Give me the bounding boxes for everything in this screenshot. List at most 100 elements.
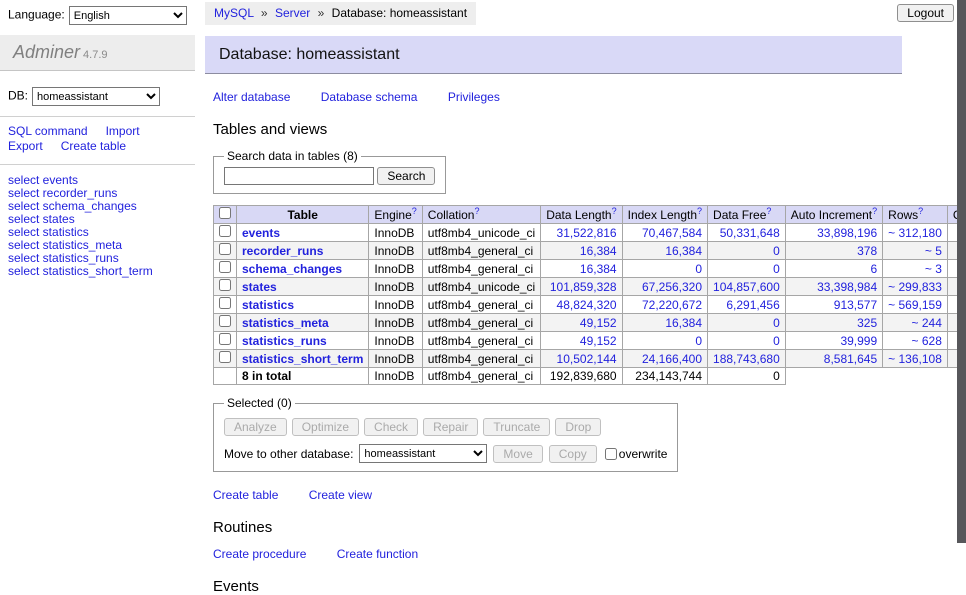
auto-increment-link[interactable]: 913,577: [791, 298, 877, 312]
search-button[interactable]: Search: [377, 167, 435, 185]
table-name-link[interactable]: statistics: [242, 298, 294, 312]
language-select[interactable]: English: [69, 6, 187, 25]
index-length-link[interactable]: 16,384: [628, 244, 702, 258]
truncate-button[interactable]: Truncate: [483, 418, 550, 436]
sidebar-select-link[interactable]: select statistics_short_term: [8, 265, 195, 278]
rows-link[interactable]: ~ 136,108: [888, 352, 942, 366]
optimize-button[interactable]: Optimize: [292, 418, 359, 436]
row-checkbox[interactable]: [219, 225, 231, 237]
repair-button[interactable]: Repair: [423, 418, 478, 436]
privileges-link[interactable]: Privileges: [448, 90, 500, 104]
data-length-link[interactable]: 49,152: [546, 316, 616, 330]
db-select[interactable]: homeassistant: [32, 87, 160, 106]
vertical-scrollbar[interactable]: [957, 0, 966, 543]
create-table-link[interactable]: Create table: [213, 488, 278, 502]
data-length-link[interactable]: 31,522,816: [546, 226, 616, 240]
move-database-select[interactable]: homeassistant: [359, 444, 487, 463]
data-length-link[interactable]: 49,152: [546, 334, 616, 348]
table-name-link[interactable]: events: [242, 226, 280, 240]
index-length-link[interactable]: 72,220,672: [628, 298, 702, 312]
data-free-link[interactable]: 50,331,648: [713, 226, 780, 240]
row-checkbox[interactable]: [219, 315, 231, 327]
help-icon[interactable]: ?: [412, 206, 417, 216]
data-free-cell: 188,743,680: [708, 350, 786, 368]
breadcrumb-link-mysql[interactable]: MySQL: [214, 6, 254, 20]
create-procedure-link[interactable]: Create procedure: [213, 547, 306, 561]
breadcrumb-link-server[interactable]: Server: [275, 6, 310, 20]
select-all-checkbox[interactable]: [219, 207, 231, 219]
row-checkbox[interactable]: [219, 333, 231, 345]
data-free-link[interactable]: 0: [713, 316, 780, 330]
sidebar-link-create-table[interactable]: Create table: [61, 139, 126, 153]
sidebar-link-sql-command[interactable]: SQL command: [8, 124, 88, 138]
help-icon[interactable]: ?: [474, 206, 479, 216]
main-content: MySQL » Server » Database: homeassistant…: [205, 0, 905, 595]
data-free-link[interactable]: 0: [713, 262, 780, 276]
help-icon[interactable]: ?: [872, 206, 877, 216]
auto-increment-link[interactable]: 6: [791, 262, 877, 276]
data-free-link[interactable]: 104,857,600: [713, 280, 780, 294]
rows-link[interactable]: ~ 628: [888, 334, 942, 348]
table-name-link[interactable]: statistics_meta: [242, 316, 329, 330]
index-length-link[interactable]: 67,256,320: [628, 280, 702, 294]
row-checkbox[interactable]: [219, 279, 231, 291]
rows-cell: ~ 5: [883, 242, 948, 260]
row-checkbox[interactable]: [219, 243, 231, 255]
data-free-link[interactable]: 188,743,680: [713, 352, 780, 366]
help-icon[interactable]: ?: [612, 206, 617, 216]
index-length-link[interactable]: 16,384: [628, 316, 702, 330]
table-name-link[interactable]: statistics_runs: [242, 334, 327, 348]
move-button[interactable]: Move: [493, 445, 542, 463]
help-icon[interactable]: ?: [697, 206, 702, 216]
logout-button[interactable]: Logout: [897, 4, 954, 22]
check-button[interactable]: Check: [364, 418, 418, 436]
index-length-link[interactable]: 0: [628, 262, 702, 276]
data-length-link[interactable]: 48,824,320: [546, 298, 616, 312]
rows-link[interactable]: ~ 299,833: [888, 280, 942, 294]
table-name-link[interactable]: statistics_short_term: [242, 352, 363, 366]
create-view-link[interactable]: Create view: [309, 488, 372, 502]
overwrite-checkbox[interactable]: [605, 448, 617, 460]
data-length-link[interactable]: 16,384: [546, 244, 616, 258]
data-length-link[interactable]: 10,502,144: [546, 352, 616, 366]
data-length-link[interactable]: 101,859,328: [546, 280, 616, 294]
adminer-logo-text[interactable]: Adminer: [13, 42, 80, 62]
index-length-cell: 70,467,584: [622, 224, 707, 242]
row-checkbox[interactable]: [219, 297, 231, 309]
rows-link[interactable]: ~ 5: [888, 244, 942, 258]
rows-link[interactable]: ~ 312,180: [888, 226, 942, 240]
database-schema-link[interactable]: Database schema: [321, 90, 418, 104]
table-name-link[interactable]: states: [242, 280, 277, 294]
data-free-link[interactable]: 0: [713, 244, 780, 258]
table-name-link[interactable]: schema_changes: [242, 262, 342, 276]
auto-increment-link[interactable]: 325: [791, 316, 877, 330]
index-length-link[interactable]: 0: [628, 334, 702, 348]
table-name-link[interactable]: recorder_runs: [242, 244, 323, 258]
auto-increment-link[interactable]: 33,398,984: [791, 280, 877, 294]
rows-link[interactable]: ~ 3: [888, 262, 942, 276]
data-free-link[interactable]: 0: [713, 334, 780, 348]
data-length-link[interactable]: 16,384: [546, 262, 616, 276]
index-length-link[interactable]: 70,467,584: [628, 226, 702, 240]
row-checkbox[interactable]: [219, 261, 231, 273]
alter-database-link[interactable]: Alter database: [213, 90, 290, 104]
table-name-cell: events: [237, 224, 369, 242]
auto-increment-link[interactable]: 8,581,645: [791, 352, 877, 366]
row-checkbox[interactable]: [219, 351, 231, 363]
help-icon[interactable]: ?: [918, 206, 923, 216]
sidebar-link-import[interactable]: Import: [106, 124, 140, 138]
auto-increment-link[interactable]: 39,999: [791, 334, 877, 348]
copy-button[interactable]: Copy: [549, 445, 597, 463]
auto-increment-link[interactable]: 33,898,196: [791, 226, 877, 240]
create-function-link[interactable]: Create function: [337, 547, 418, 561]
auto-increment-link[interactable]: 378: [791, 244, 877, 258]
rows-link[interactable]: ~ 244: [888, 316, 942, 330]
drop-button[interactable]: Drop: [555, 418, 601, 436]
rows-link[interactable]: ~ 569,159: [888, 298, 942, 312]
help-icon[interactable]: ?: [766, 206, 771, 216]
data-free-link[interactable]: 6,291,456: [713, 298, 780, 312]
index-length-link[interactable]: 24,166,400: [628, 352, 702, 366]
sidebar-link-export[interactable]: Export: [8, 139, 43, 153]
analyze-button[interactable]: Analyze: [224, 418, 287, 436]
search-input[interactable]: [224, 167, 374, 185]
